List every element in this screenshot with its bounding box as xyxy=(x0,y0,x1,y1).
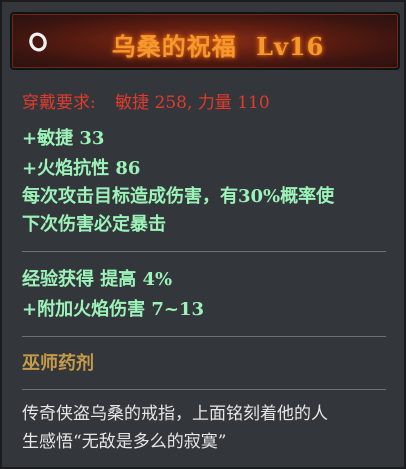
set-name: 巫师药剂 xyxy=(22,353,94,374)
equip-requirement: 穿戴要求: 敏捷 258, 力量 110 xyxy=(22,88,382,113)
stat-line: 下次伤害必定暴击 xyxy=(22,214,166,235)
item-level: Lv16 xyxy=(256,32,325,61)
description-line: 传奇侠盗乌桑的戒指，上面铭刻着他的人 xyxy=(22,404,328,424)
bonus-line: +附加火焰伤害 7~13 xyxy=(22,299,205,320)
stat-line: 每次攻击目标造成伤害，有30%概率使 xyxy=(22,186,335,207)
ring-icon xyxy=(29,32,47,52)
bonus-line: 经验获得 提高 4% xyxy=(22,269,173,290)
item-header: 乌桑的祝福 Lv16 xyxy=(10,12,400,70)
item-title: 乌桑的祝福 Lv16 xyxy=(98,27,338,61)
divider xyxy=(22,389,386,390)
divider xyxy=(22,251,386,252)
requirement-label: 穿戴要求: xyxy=(22,93,96,113)
stat-line: +火焰抗性 86 xyxy=(22,158,141,179)
item-description: 传奇侠盗乌桑的戒指，上面铭刻着他的人 生感悟“无敌是多么的寂寞” xyxy=(22,400,392,456)
item-tooltip: 乌桑的祝福 Lv16 穿戴要求: 敏捷 258, 力量 110 +敏捷 33 +… xyxy=(0,0,406,469)
description-line: 生感悟“无敌是多么的寂寞” xyxy=(22,432,227,452)
divider xyxy=(22,336,386,337)
item-name: 乌桑的祝福 xyxy=(111,32,237,61)
requirement-value: 敏捷 258, 力量 110 xyxy=(115,93,270,113)
stat-line: +敏捷 33 xyxy=(22,128,105,149)
